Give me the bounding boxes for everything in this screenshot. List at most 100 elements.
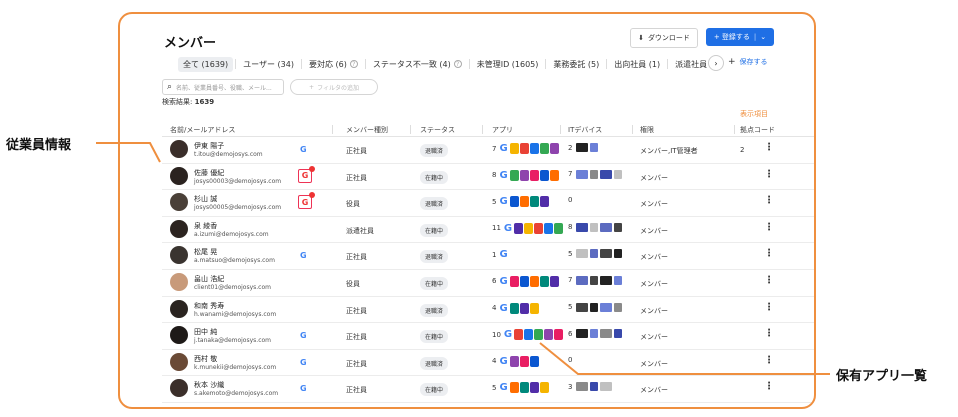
device-list[interactable]: 8 bbox=[568, 222, 623, 232]
register-button[interactable]: + 登録する | ⌄ bbox=[706, 28, 774, 46]
app-icon bbox=[519, 302, 529, 314]
tab-2[interactable]: 要対応 (6)? bbox=[304, 57, 363, 72]
column-header-status[interactable]: ステータス bbox=[420, 125, 455, 135]
column-header-code[interactable]: 拠点コード bbox=[740, 125, 775, 135]
tab-6[interactable]: 出向社員 (1) bbox=[609, 57, 665, 72]
device-list[interactable]: 3 bbox=[568, 382, 613, 392]
member-name[interactable]: 伊東 陽子 bbox=[194, 141, 224, 151]
save-view-button[interactable]: + 保存する bbox=[728, 57, 768, 67]
google-alert-icon[interactable]: G bbox=[298, 192, 315, 210]
kebab-menu-icon[interactable]: ⋮ bbox=[764, 355, 774, 366]
member-role: メンバー,IT管理者 bbox=[640, 147, 698, 155]
member-type: 正社員 bbox=[346, 359, 367, 368]
google-app-icon: G bbox=[499, 302, 508, 314]
kebab-menu-icon[interactable]: ⋮ bbox=[764, 382, 774, 392]
member-name[interactable]: 泉 綾香 bbox=[194, 221, 217, 231]
member-name[interactable]: 田中 純 bbox=[194, 327, 217, 337]
column-header-member-type[interactable]: メンバー種別 bbox=[346, 125, 388, 135]
tab-0[interactable]: 全て (1639) bbox=[178, 56, 234, 72]
kebab-menu-icon[interactable]: ⋮ bbox=[764, 169, 774, 180]
kebab-menu-icon[interactable]: ⋮ bbox=[764, 249, 774, 259]
table-row[interactable]: 秋本 沙織 s.akemoto@demojosys.com G 正社員 在籍中 5 G 3 メン… bbox=[162, 376, 814, 403]
device-list[interactable]: 5 bbox=[568, 302, 623, 312]
app-list[interactable]: 1G bbox=[492, 249, 509, 260]
kebab-menu-icon[interactable]: ⋮ bbox=[764, 196, 774, 206]
column-header-devices[interactable]: ITデバイス bbox=[568, 125, 602, 135]
table-row[interactable]: 伊東 陽子 t.itou@demojosys.com G 正社員 退職済 7 G 2 メンバー,… bbox=[162, 137, 814, 164]
table-row[interactable]: 杉山 誠 josys00005@demojosys.com G 役員 退職済 5 G 0 メンバ… bbox=[162, 190, 814, 217]
device-count: 7 bbox=[568, 170, 573, 179]
app-icon bbox=[509, 143, 519, 154]
column-header-apps[interactable]: アプリ bbox=[492, 125, 513, 135]
search-input[interactable]: ⌕ 名前、従業員番号、役職、メール... bbox=[162, 79, 284, 95]
kebab-menu-icon[interactable]: ⋮ bbox=[764, 275, 774, 286]
chevron-right-icon[interactable]: › bbox=[708, 55, 724, 71]
google-icon: G bbox=[300, 331, 307, 341]
app-icon bbox=[509, 302, 519, 314]
app-icon bbox=[514, 222, 524, 234]
column-header-name[interactable]: 名前/メールアドレス bbox=[170, 125, 235, 135]
app-list[interactable]: 6G bbox=[492, 275, 559, 287]
app-list[interactable]: 7G bbox=[492, 143, 559, 154]
app-list[interactable]: 5G bbox=[492, 196, 549, 208]
member-type: 正社員 bbox=[346, 173, 367, 182]
app-list[interactable]: 4G bbox=[492, 302, 539, 314]
display-items-link[interactable]: 表示項目 bbox=[740, 109, 768, 119]
member-name[interactable]: 秋本 沙織 bbox=[194, 380, 224, 390]
status-badge: 在籍中 bbox=[420, 330, 449, 344]
device-count: 5 bbox=[568, 303, 573, 312]
table-row[interactable]: 泉 綾香 a.izumi@demojosys.com 派遣社員 在籍中 11 G 8 メンバー… bbox=[162, 217, 814, 244]
app-icon bbox=[519, 355, 529, 367]
app-icon bbox=[554, 329, 564, 341]
download-button[interactable]: ⬇ ダウンロード bbox=[630, 28, 698, 48]
tab-3[interactable]: ステータス不一致 (4)? bbox=[368, 57, 467, 72]
member-name[interactable]: 杉山 誠 bbox=[194, 194, 217, 204]
device-list[interactable]: 5 bbox=[568, 249, 623, 259]
google-app-icon: G bbox=[499, 275, 508, 287]
search-placeholder: 名前、従業員番号、役職、メール... bbox=[176, 84, 272, 92]
app-list[interactable]: 4G bbox=[492, 355, 539, 367]
app-count: 5 bbox=[492, 197, 497, 206]
app-icon bbox=[549, 143, 559, 154]
member-name[interactable]: 松尾 晃 bbox=[194, 247, 217, 257]
column-header-role[interactable]: 権限 bbox=[640, 125, 654, 135]
table-row[interactable]: 和南 秀寿 h.wanami@demojosys.com 正社員 退職済 4 G 5 メンバー… bbox=[162, 297, 814, 324]
app-icon bbox=[529, 169, 539, 181]
device-list[interactable]: 0 bbox=[568, 356, 574, 364]
google-alert-icon[interactable]: G bbox=[298, 165, 315, 183]
kebab-menu-icon[interactable]: ⋮ bbox=[764, 143, 774, 153]
device-list[interactable]: 0 bbox=[568, 196, 574, 204]
tab-1[interactable]: ユーザー (34) bbox=[238, 57, 299, 72]
kebab-menu-icon[interactable]: ⋮ bbox=[764, 222, 774, 233]
add-filter-button[interactable]: + フィルタの追加 bbox=[290, 79, 378, 95]
member-name[interactable]: 和南 秀寿 bbox=[194, 301, 224, 311]
table-row[interactable]: 畠山 浩紀 client01@demojosys.com 役員 在籍中 6 G 7 メンバー ⋮ bbox=[162, 270, 814, 297]
table-row[interactable]: 松尾 晃 a.matsuo@demojosys.com G 正社員 退職済 1 G 5 メンバー… bbox=[162, 243, 814, 270]
avatar bbox=[170, 299, 188, 318]
device-list[interactable]: 7 bbox=[568, 275, 623, 285]
device-list[interactable]: 7 bbox=[568, 169, 623, 179]
member-email: client01@demojosys.com bbox=[194, 283, 271, 291]
app-list[interactable]: 8G bbox=[492, 169, 559, 181]
kebab-menu-icon[interactable]: ⋮ bbox=[764, 302, 774, 313]
tab-5[interactable]: 業務委託 (5) bbox=[548, 57, 604, 72]
app-icon bbox=[514, 329, 524, 341]
app-list[interactable]: 11 G bbox=[492, 222, 564, 234]
device-icon bbox=[576, 143, 589, 152]
member-role: メンバー bbox=[640, 306, 668, 315]
member-name[interactable]: 畠山 浩紀 bbox=[194, 274, 224, 284]
kebab-menu-icon[interactable]: ⋮ bbox=[764, 329, 774, 339]
app-list[interactable]: 10 G bbox=[492, 329, 564, 341]
table-row[interactable]: 西村 敬 k.munekii@demojosys.com G 正社員 退職済 4 G 0 メンバ… bbox=[162, 350, 814, 377]
device-icon bbox=[576, 222, 589, 232]
table-row[interactable]: 佐藤 優紀 josys00003@demojosys.com G 正社員 在籍中 8 G 7 メ… bbox=[162, 164, 814, 191]
member-name[interactable]: 佐藤 優紀 bbox=[194, 168, 224, 178]
tab-4[interactable]: 未管理ID (1605) bbox=[472, 57, 544, 72]
device-list[interactable]: 6 bbox=[568, 329, 623, 339]
avatar bbox=[170, 166, 188, 185]
tab-divider bbox=[606, 59, 608, 69]
device-list[interactable]: 2 bbox=[568, 143, 599, 152]
app-list[interactable]: 5G bbox=[492, 382, 549, 394]
table-row[interactable]: 田中 純 j.tanaka@demojosys.com G 正社員 在籍中 10 G 6 メンバ… bbox=[162, 323, 814, 350]
member-name[interactable]: 西村 敬 bbox=[194, 354, 217, 364]
